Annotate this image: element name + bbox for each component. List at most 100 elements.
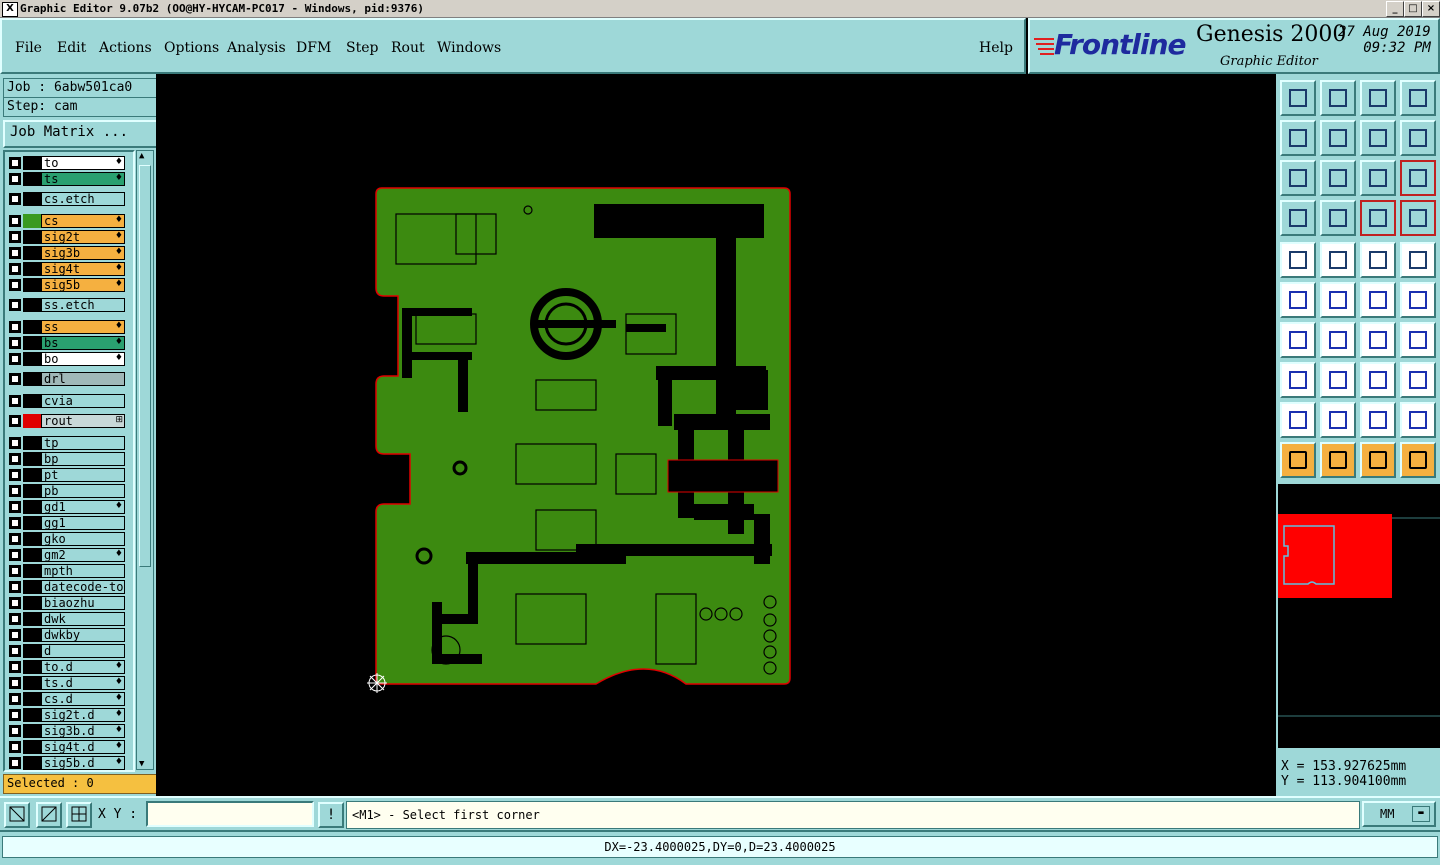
layer-checkbox[interactable] [9,613,21,625]
layer-name[interactable]: cs.d [41,692,125,706]
warning-button[interactable]: ! [318,802,344,828]
layer-name[interactable]: pt [41,468,125,482]
close-cross-button[interactable] [1320,282,1356,318]
layer-name[interactable]: d [41,644,125,658]
split-view-button[interactable] [1400,80,1436,116]
layer-name[interactable]: ss.etch [41,298,125,312]
dash-button[interactable] [1320,362,1356,398]
layer-color-swatch[interactable] [23,468,41,482]
layer-color-swatch[interactable] [23,156,41,170]
layer-color-swatch[interactable] [23,580,41,594]
layer-row-biaozhu[interactable]: biaozhu [7,596,125,610]
layer-color-swatch[interactable] [23,372,41,386]
add-line-button[interactable] [1400,282,1436,318]
layer-scrollbar[interactable]: ▲ ▼ [136,150,154,770]
pad-button[interactable] [1400,322,1436,358]
units-select[interactable]: MM ▬ [1362,801,1436,827]
home-button[interactable] [1360,80,1396,116]
menu-dfm[interactable]: DFM [296,40,331,56]
menu-windows[interactable]: Windows [437,40,501,56]
layer-color-swatch[interactable] [23,436,41,450]
layer-name[interactable]: datecode-to [41,580,125,594]
flip-button[interactable] [1360,120,1396,156]
pcb-board-view[interactable] [156,74,1276,796]
layer-row-mpth[interactable]: mpth [7,564,125,578]
layer-row-cs[interactable]: cs ♦ [7,214,125,228]
menu-actions[interactable]: Actions [99,40,152,56]
layer-list[interactable]: to ♦ ts ♦ cs.etch cs ♦ sig2t ♦ sig3b ♦ sig4t ♦ sig5b ♦… [3,150,135,772]
triangle-arrow-button[interactable] [1400,402,1436,438]
mirror-s-button[interactable] [1400,120,1436,156]
layer-checkbox[interactable] [9,395,21,407]
layer-color-swatch[interactable] [23,394,41,408]
layer-name[interactable]: sig4t [41,262,125,276]
layer-color-swatch[interactable] [23,320,41,334]
layer-checkbox[interactable] [9,353,21,365]
layer-checkbox[interactable] [9,437,21,449]
layer-row-bo[interactable]: bo ♦ [7,352,125,366]
minimize-button[interactable]: _ [1386,1,1404,17]
grid-button[interactable] [66,802,92,828]
layer-checkbox[interactable] [9,645,21,657]
layer-name[interactable]: gm2 [41,548,125,562]
layer-color-swatch[interactable] [23,708,41,722]
layer-name[interactable]: bs [41,336,125,350]
layer-checkbox[interactable] [9,247,21,259]
snap-button[interactable] [36,802,62,828]
cursor-box-button[interactable] [1320,442,1356,478]
layer-checkbox[interactable] [9,231,21,243]
layer-name[interactable]: gg1 [41,516,125,530]
layer-color-swatch[interactable] [23,596,41,610]
layer-color-swatch[interactable] [23,564,41,578]
ruler-button[interactable] [1360,242,1396,278]
menu-edit[interactable]: Edit [57,40,86,56]
circle-button[interactable] [1400,242,1436,278]
layer-checkbox[interactable] [9,757,21,769]
layer-name[interactable]: sig2t [41,230,125,244]
layer-name[interactable]: biaozhu [41,596,125,610]
zoom-page-button[interactable] [1320,80,1356,116]
probe-button[interactable] [1320,200,1356,236]
layer-row-gm2[interactable]: gm2 ♦ [7,548,125,562]
layer-name[interactable]: drl [41,372,125,386]
layer-row-rout[interactable]: rout ⊞ [7,414,125,428]
menu-analysis[interactable]: Analysis [227,40,286,56]
layer-color-swatch[interactable] [23,724,41,738]
layer-checkbox[interactable] [9,279,21,291]
layer-name[interactable]: dwkby [41,628,125,642]
layer-row-tp[interactable]: tp [7,436,125,450]
add-arc-button[interactable] [1360,282,1396,318]
layer-name[interactable]: rout [41,414,125,428]
layer-name[interactable]: pb [41,484,125,498]
layer-checkbox[interactable] [9,597,21,609]
layer-name[interactable]: ts.d [41,676,125,690]
layer-row-sig2t[interactable]: sig2t ♦ [7,230,125,244]
layer-row-cvia[interactable]: cvia [7,394,125,408]
layer-checkbox[interactable] [9,501,21,513]
layer-name[interactable]: sig4t.d [41,740,125,754]
fit-button[interactable] [1280,160,1316,196]
layer-row-gg1[interactable]: gg1 [7,516,125,530]
layer-name[interactable]: sig5b.d [41,756,125,770]
connect-nodes-button[interactable] [1280,282,1316,318]
menu-rout[interactable]: Rout [391,40,425,56]
layer-color-swatch[interactable] [23,644,41,658]
layer-color-swatch[interactable] [23,172,41,186]
scroll-up-icon[interactable]: ▲ [139,151,144,161]
measure-tools-button[interactable] [1280,200,1316,236]
layer-name[interactable]: sig5b [41,278,125,292]
layer-checkbox[interactable] [9,709,21,721]
layer-row-pt[interactable]: pt [7,468,125,482]
xy-input[interactable] [146,801,314,827]
layer-color-swatch[interactable] [23,352,41,366]
slash-line-button[interactable] [1320,322,1356,358]
layer-name[interactable]: ss [41,320,125,334]
layer-row-sig3b[interactable]: sig3b ♦ [7,246,125,260]
layer-name[interactable]: cvia [41,394,125,408]
close-button[interactable]: × [1422,1,1440,17]
layer-name[interactable]: sig3b.d [41,724,125,738]
scroll-thumb[interactable] [139,165,151,567]
layer-color-swatch[interactable] [23,278,41,292]
route-button[interactable] [1400,442,1436,478]
help-button[interactable] [1400,160,1436,196]
